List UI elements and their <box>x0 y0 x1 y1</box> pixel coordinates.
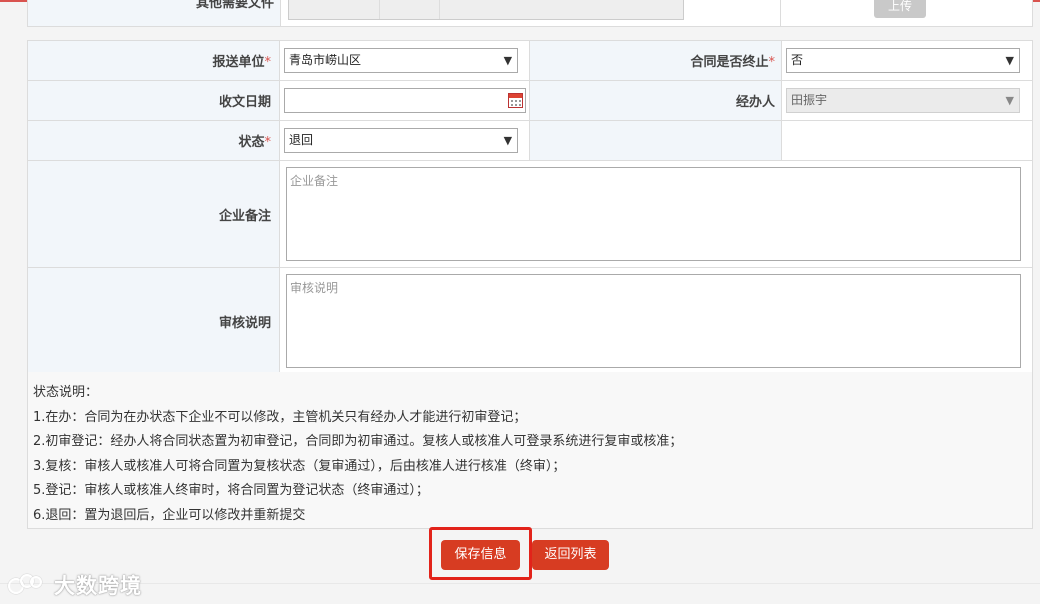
upload-row: 其他需要文件 上传 <box>27 0 1033 27</box>
enterprise-note-cell: 企业备注 <box>279 160 1033 268</box>
status-label: 状态* <box>26 120 281 161</box>
save-button[interactable]: 保存信息 <box>441 540 520 570</box>
empty-label-cell <box>529 120 782 161</box>
report-unit-label: 报送单位* <box>26 40 281 81</box>
handler-label: 经办人 <box>529 80 782 121</box>
chevron-down-icon: ▼ <box>1005 54 1014 67</box>
handler-value: 田振宇 <box>790 93 827 107</box>
required-mark: * <box>264 55 272 70</box>
contract-terminated-label: 合同是否终止* <box>529 40 782 81</box>
form-row: 收文日期 经办人 田振宇 ▼ <box>26 80 1034 121</box>
empty-value-cell <box>780 120 1034 161</box>
contract-terminated-select[interactable]: 否 ▼ <box>785 48 1020 73</box>
handler-cell: 田振宇 ▼ <box>780 80 1034 121</box>
chevron-down-icon: ▼ <box>503 134 513 147</box>
enterprise-note-textarea[interactable]: 企业备注 <box>286 167 1022 261</box>
status-cell: 退回 ▼ <box>279 120 531 161</box>
status-select[interactable]: 退回 ▼ <box>284 128 519 153</box>
status-label-text: 状态 <box>238 135 265 150</box>
contract-terminated-cell: 否 ▼ <box>780 40 1034 81</box>
status-notes-title: 状态说明： <box>33 385 99 400</box>
upload-label-cell: 其他需要文件 <box>28 0 281 26</box>
status-note-line: 6.退回：置为退回后，企业可以修改并重新提交 <box>33 507 306 523</box>
chevron-down-icon: ▼ <box>503 54 513 67</box>
form-row: 报送单位* 青岛市崂山区 ▼ 合同是否终止* 否 ▼ <box>26 40 1034 81</box>
enterprise-note-label: 企业备注 <box>26 160 281 268</box>
status-note-line: 1.在办：合同为在办状态下企业不可以修改，主管机关只有经办人才能进行初审登记； <box>33 409 527 425</box>
report-unit-cell: 青岛市崂山区 ▼ <box>279 40 531 81</box>
contract-form: 报送单位* 青岛市崂山区 ▼ 合同是否终止* 否 ▼ 收文日期 经办人 田振宇 … <box>26 40 1034 375</box>
review-note-cell: 审核说明 <box>279 267 1033 375</box>
chevron-down-icon: ▼ <box>1005 94 1014 107</box>
report-unit-value: 青岛市崂山区 <box>289 53 362 67</box>
required-mark: * <box>768 55 775 70</box>
form-row: 企业备注 企业备注 <box>26 160 1033 268</box>
handler-select: 田振宇 ▼ <box>785 88 1020 113</box>
status-note-line: 5.登记：审核人或核准人终审时，将合同置为登记状态（终审通过）； <box>33 483 429 498</box>
watermark-text: 大数跨境 <box>54 574 142 598</box>
form-row: 状态* 退回 ▼ <box>26 120 1034 161</box>
file-input-divider <box>379 0 380 19</box>
watermark: 大数跨境 <box>8 570 142 600</box>
upload-label: 其他需要文件 <box>195 0 274 11</box>
status-note-line: 2.初审登记：经办人将合同状态置为初审登记，合同即为初审通过。复核人或核准人可登… <box>33 434 683 449</box>
review-note-label: 审核说明 <box>26 267 281 375</box>
contract-terminated-value: 否 <box>790 53 803 67</box>
receipt-date-label: 收文日期 <box>26 80 281 121</box>
status-notes: 状态说明： 1.在办：合同为在办状态下企业不可以修改，主管机关只有经办人才能进行… <box>27 372 1033 529</box>
contract-terminated-label-text: 合同是否终止 <box>690 55 769 70</box>
receipt-date-cell <box>279 80 531 121</box>
report-unit-select[interactable]: 青岛市崂山区 ▼ <box>284 48 519 73</box>
review-note-textarea[interactable]: 审核说明 <box>286 274 1022 368</box>
report-unit-label-text: 报送单位 <box>212 55 265 70</box>
watermark-logo-icon <box>8 572 50 598</box>
form-row: 审核说明 审核说明 <box>26 267 1033 375</box>
file-input[interactable] <box>288 0 684 20</box>
upload-cell-divider <box>780 0 781 26</box>
file-input-divider <box>439 0 440 19</box>
calendar-icon[interactable] <box>508 93 524 108</box>
status-value: 退回 <box>289 133 314 147</box>
back-to-list-button[interactable]: 返回列表 <box>532 540 609 570</box>
required-mark: * <box>264 135 272 150</box>
receipt-date-input[interactable] <box>284 88 527 113</box>
status-note-line: 3.复核：审核人或核准人可将合同置为复核状态（复审通过），后由核准人进行核准（终… <box>33 458 566 474</box>
upload-button[interactable]: 上传 <box>874 0 926 18</box>
bottom-divider <box>0 583 1040 584</box>
